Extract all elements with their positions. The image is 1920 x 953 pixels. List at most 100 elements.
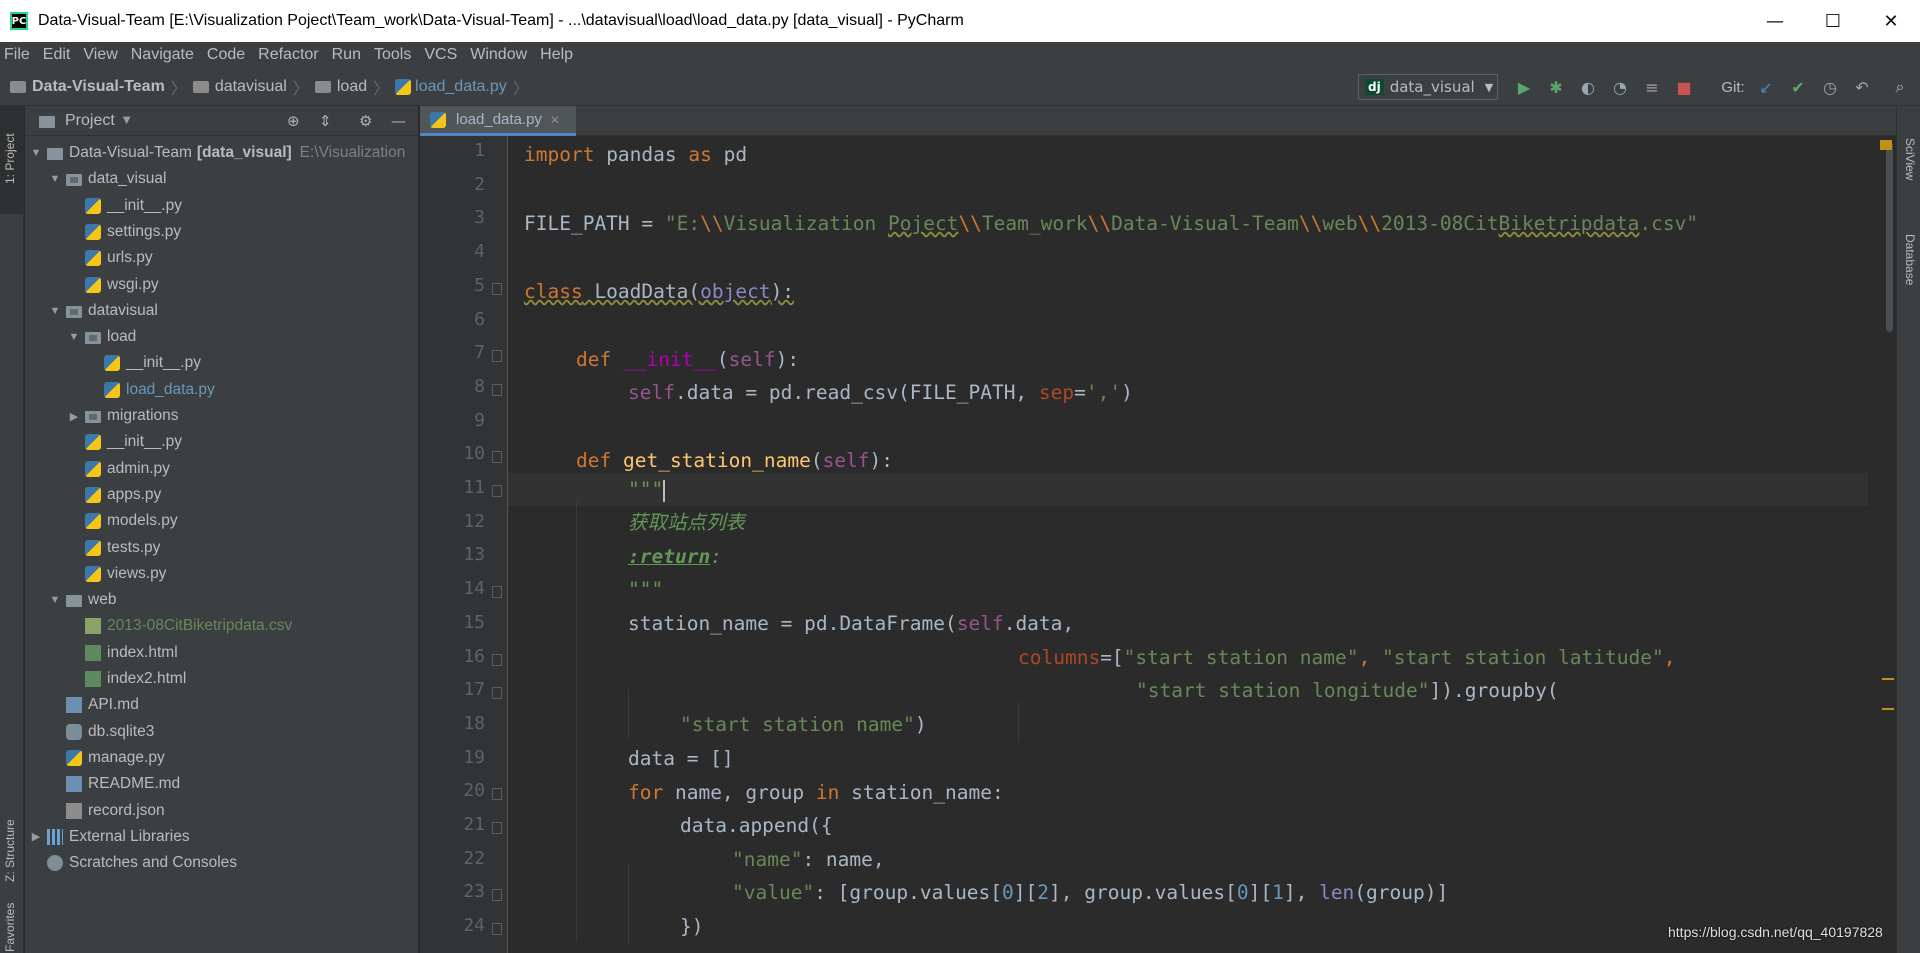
chevron-right-icon[interactable]: ▶ [29,830,43,843]
stop-icon[interactable]: ■ [1674,77,1694,97]
menu-code[interactable]: Code [207,46,245,64]
fold-marker-icon[interactable] [492,485,502,497]
tree-item[interactable]: __init__.py [25,429,418,455]
tab-load-data[interactable]: load_data.py ✕ [420,106,576,136]
tree-item[interactable]: ▼ Data-Visual-Team [data_visual] E:\Visuali… [25,140,418,166]
breadcrumb-load[interactable]: load [337,78,367,96]
breadcrumb-file[interactable]: load_data.py [415,78,507,96]
tree-item[interactable]: ▼ load [25,324,418,350]
tab-database[interactable]: Database [1903,234,1917,285]
project-panel: Project ▼ ⊕ ⇕ ⚙ — ▼ Data-Visual-Team [data… [25,106,419,953]
fold-marker-icon[interactable] [492,788,502,801]
close-icon[interactable]: ✕ [1868,0,1914,42]
tree-item[interactable]: tests.py [25,535,418,561]
coverage-icon[interactable]: ◐ [1578,77,1598,97]
tab-favorites[interactable]: Favorites [3,903,17,952]
fold-marker-icon[interactable] [492,586,502,599]
tree-item[interactable]: settings.py [25,219,418,245]
fold-marker-icon[interactable] [492,822,502,834]
tree-item[interactable]: README.md [25,771,418,797]
warning-stripe-icon[interactable] [1880,140,1892,150]
tree-item[interactable]: __init__.py [25,193,418,219]
breadcrumb-project[interactable]: Data-Visual-Team [32,78,165,96]
search-icon[interactable]: ⌕ [1890,77,1910,97]
tree-item[interactable]: urls.py [25,245,418,271]
fold-marker-icon[interactable] [492,451,502,464]
git-update-icon[interactable]: ↙ [1756,77,1776,97]
tab-structure[interactable]: Z: Structure [3,819,17,882]
fold-marker-icon[interactable] [492,350,502,363]
menu-navigate[interactable]: Navigate [131,46,194,64]
fold-marker-icon[interactable] [492,282,502,295]
fold-marker-icon[interactable] [492,889,502,902]
tree-item[interactable]: index.html [25,640,418,666]
editor-scrollbar[interactable] [1883,136,1896,953]
fold-marker-icon[interactable] [492,923,502,936]
tree-item[interactable]: manage.py [25,745,418,771]
tree-item[interactable]: API.md [25,692,418,718]
close-tab-icon[interactable]: ✕ [550,113,560,127]
code-editor[interactable]: 1 2 3 4 5 6 7 8 9 10 11 12 13 14 15 16 17 18 19 20 21 22 23 24 … [420,136,1896,953]
error-stripe-marker[interactable] [1882,708,1894,710]
tree-item[interactable]: ▶ migrations [25,403,418,429]
line-number: 15 [463,611,485,633]
hide-panel-icon[interactable]: — [391,112,406,130]
git-commit-icon[interactable]: ✔ [1788,77,1808,97]
gear-icon[interactable]: ⚙ [359,112,372,130]
tree-item[interactable]: models.py [25,508,418,534]
tab-project[interactable]: 1: Project [3,133,17,184]
tree-item[interactable]: ▼ datavisual [25,298,418,324]
menu-window[interactable]: Window [470,46,527,64]
tree-item[interactable]: index2.html [25,666,418,692]
collapse-all-icon[interactable]: ⇕ [319,112,332,130]
tree-item[interactable]: __init__.py [25,350,418,376]
chevron-right-icon[interactable]: ▶ [67,410,81,423]
tree-item[interactable]: Scratches and Consoles [25,850,418,876]
tree-item[interactable]: ▼ web [25,587,418,613]
minimize-icon[interactable]: — [1752,0,1798,42]
fold-marker-icon[interactable] [492,687,502,700]
tree-item[interactable]: wsgi.py [25,272,418,298]
chevron-down-icon[interactable]: ▼ [123,115,131,126]
chevron-down-icon[interactable]: ▼ [48,173,62,185]
run-configuration-dropdown[interactable]: dj data_visual ▼ [1358,74,1498,100]
error-stripe-marker[interactable] [1882,678,1894,680]
menu-vcs[interactable]: VCS [424,46,457,64]
fold-marker-icon[interactable] [492,653,502,666]
tree-item[interactable]: db.sqlite3 [25,719,418,745]
line-number: 1 [474,140,485,161]
tree-item[interactable]: ▼ data_visual [25,166,418,192]
tree-item[interactable]: ▶ External Libraries [25,824,418,850]
menu-help[interactable]: Help [540,46,573,64]
locate-icon[interactable]: ⊕ [287,112,300,130]
menu-run[interactable]: Run [332,46,361,64]
menu-file[interactable]: File [4,46,30,64]
tree-item[interactable]: load_data.py [25,377,418,403]
project-panel-title[interactable]: Project [65,112,115,130]
revert-icon[interactable]: ↶ [1852,77,1872,97]
profile-icon[interactable]: ◔ [1610,77,1630,97]
debug-icon[interactable]: ✱ [1546,77,1566,97]
chevron-down-icon[interactable]: ▼ [29,147,43,159]
tree-item[interactable]: 2013-08CitBiketripdata.csv [25,613,418,639]
tree-item[interactable]: admin.py [25,456,418,482]
menu-edit[interactable]: Edit [43,46,71,64]
scrollbar-thumb[interactable] [1886,142,1893,332]
chevron-down-icon[interactable]: ▼ [67,331,81,343]
tree-item[interactable]: views.py [25,561,418,587]
menu-tools[interactable]: Tools [374,46,411,64]
fold-marker-icon[interactable] [492,383,502,396]
maximize-icon[interactable]: ☐ [1810,0,1856,42]
run-icon[interactable]: ▶ [1514,77,1534,97]
menu-refactor[interactable]: Refactor [258,46,318,64]
concurrency-icon[interactable]: ≡ [1642,77,1662,97]
breadcrumb-datavisual[interactable]: datavisual [215,78,287,96]
tree-item[interactable]: record.json [25,798,418,824]
tree-item[interactable]: apps.py [25,482,418,508]
code-line-12: 获取站点列表 [628,511,746,534]
chevron-down-icon[interactable]: ▼ [48,594,62,606]
chevron-down-icon[interactable]: ▼ [48,305,62,317]
history-icon[interactable]: ◷ [1820,77,1840,97]
tab-sciview[interactable]: SciView [1903,138,1917,180]
menu-view[interactable]: View [83,46,117,64]
